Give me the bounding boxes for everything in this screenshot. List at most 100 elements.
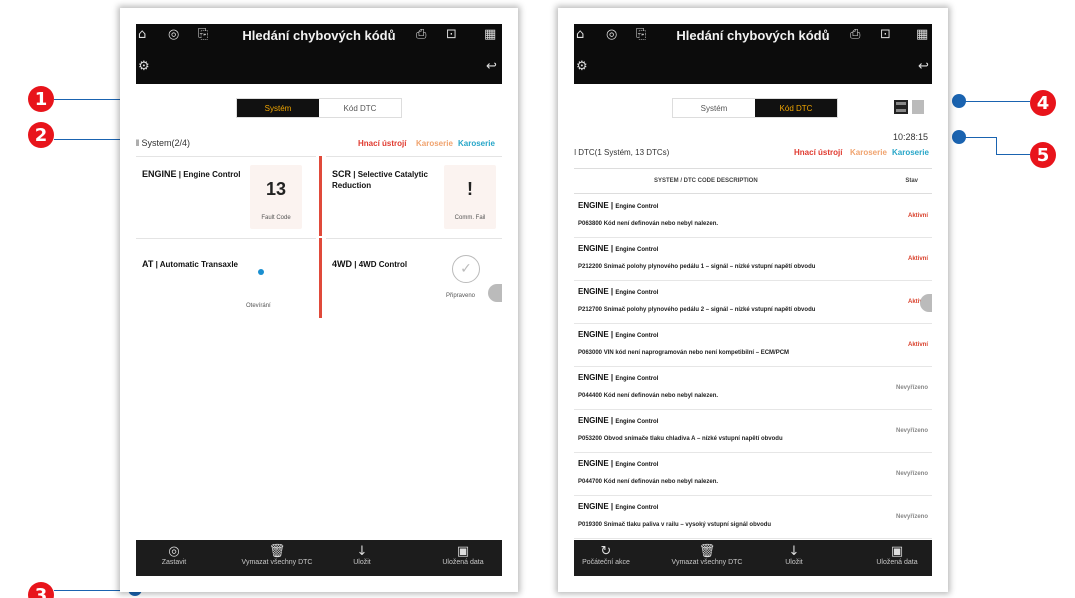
card-scr-status: Comm. Fail (454, 215, 486, 221)
folder-icon: ▣ (890, 544, 904, 559)
save-label: Uložit (353, 559, 371, 566)
left-filter-body-2[interactable]: Karoserie (458, 139, 495, 148)
tab-system[interactable]: Systém (237, 99, 319, 117)
dtc-row[interactable]: ENGINE | Engine Control P063000 VIN kód n… (574, 324, 932, 367)
saved-data-button[interactable]: ▣ Uložená data (430, 544, 496, 566)
card-engine-name: ENGINE | Engine Control (142, 169, 241, 179)
saved-data-button[interactable]: ▣ Uložená data (864, 544, 930, 566)
download-icon: ↓ (356, 544, 368, 559)
trash-icon: 🗑 (698, 544, 716, 559)
card-scr-name: SCR | Selective Catalytic Reduction (332, 169, 428, 190)
saved-data-label: Uložená data (876, 559, 918, 566)
dtc-row-description: P212200 Snímač polohy plynového pedálu 1… (578, 264, 816, 270)
dtc-row[interactable]: ENGINE | Engine Control P044700 Kód není … (574, 453, 932, 496)
left-screen: ⌂ ◎ ⎘ Hledání chybových kódů ⎙ ⊡ ▦ ⚙ ↩ S… (136, 24, 502, 576)
dtc-row[interactable]: ENGINE | Engine Control P212200 Snímač po… (574, 238, 932, 281)
print-icon[interactable]: ⎙ (416, 28, 426, 42)
callout-5: 5 (1030, 142, 1056, 168)
card-scr-warning: ! (467, 179, 473, 199)
screenshot-icon[interactable]: ⊡ (446, 28, 457, 42)
dtc-row-system-name: ENGINE (578, 244, 609, 253)
card-at-name: AT | Automatic Transaxle (142, 259, 238, 269)
clear-all-dtc-label: Vymazat všechny DTC (671, 559, 743, 566)
refresh-icon: ↻ (600, 544, 612, 559)
card-4wd-status: Připraveno (446, 293, 476, 299)
right-filter-powertrain[interactable]: Hnací ústrojí (794, 148, 842, 157)
save-button[interactable]: ↓ Uložit (342, 544, 382, 566)
system-card-engine[interactable]: ENGINE | Engine Control 13 Fault Code (136, 156, 316, 236)
dtc-row-system-name: ENGINE (578, 201, 609, 210)
system-card-4wd[interactable]: 4WD | 4WD Control ✓ Připraveno (326, 238, 502, 318)
folder-icon: ▣ (456, 544, 470, 559)
list-view-icon[interactable] (894, 100, 908, 114)
tab-dtc-code[interactable]: Kód DTC (319, 99, 401, 117)
left-filter-powertrain[interactable]: Hnací ústrojí (358, 139, 406, 148)
clear-all-dtc-button[interactable]: 🗑 Vymazat všechny DTC (652, 544, 762, 566)
left-filter-body-1[interactable]: Karoserie (416, 139, 453, 148)
dtc-row[interactable]: ENGINE | Engine Control P044400 Kód není … (574, 367, 932, 410)
card-4wd-system: 4WD (332, 259, 352, 269)
dtc-row-subsystem: Engine Control (615, 247, 659, 253)
dtc-row-system: ENGINE | Engine Control (578, 244, 659, 253)
clear-all-dtc-button[interactable]: 🗑 Vymazat všechny DTC (222, 544, 332, 566)
settings-car-icon[interactable]: ⚙ (576, 60, 588, 74)
dtc-row[interactable]: ENGINE | Engine Control P063800 Kód není … (574, 195, 932, 238)
print-icon[interactable]: ⎙ (850, 28, 860, 42)
left-tablet: ⌂ ◎ ⎘ Hledání chybových kódů ⎙ ⊡ ▦ ⚙ ↩ S… (120, 8, 518, 592)
right-bottom-toolbar: ↻ Počáteční akce 🗑 Vymazat všechny DTC ↓… (574, 540, 932, 576)
card-at-status: Otevírání (246, 303, 271, 309)
left-topbar: ⌂ ◎ ⎘ Hledání chybových kódů ⎙ ⊡ ▦ ⚙ ↩ (136, 24, 502, 84)
dtc-row-status: Nevyřízeno (895, 428, 928, 434)
dtc-row-status: Aktivní (907, 342, 928, 348)
ready-check-icon: ✓ (452, 255, 480, 283)
save-button[interactable]: ↓ Uložit (774, 544, 814, 566)
callout-5-line-b (996, 137, 997, 154)
callout-3: 3 (28, 582, 54, 598)
dtc-row-system-name: ENGINE (578, 459, 609, 468)
left-scroll-handle[interactable] (488, 284, 502, 302)
right-scroll-handle[interactable] (920, 294, 932, 312)
dtc-row-description: P044700 Kód není definován nebo nebyl na… (578, 479, 719, 485)
download-icon: ↓ (788, 544, 800, 559)
settings-car-icon[interactable]: ⚙ (138, 60, 150, 74)
stop-button[interactable]: ◎ Zastavit (154, 544, 194, 566)
initial-action-button[interactable]: ↻ Počáteční akce (574, 544, 638, 566)
menu-grid-icon[interactable]: ▦ (484, 28, 496, 42)
screenshot-icon[interactable]: ⊡ (880, 28, 891, 42)
right-tablet: ⌂ ◎ ⎘ Hledání chybových kódů ⎙ ⊡ ▦ ⚙ ↩ S… (558, 8, 948, 592)
card-at-system: AT (142, 259, 154, 269)
card-divider-2 (319, 238, 322, 318)
system-card-scr[interactable]: SCR | Selective Catalytic Reduction ! Co… (326, 156, 502, 236)
right-filter-body-1[interactable]: Karoserie (850, 148, 887, 157)
back-icon[interactable]: ↩ (918, 60, 929, 74)
stop-label: Zastavit (161, 559, 187, 566)
dtc-row-system-name: ENGINE (578, 287, 609, 296)
callout-5-line-a (960, 137, 996, 138)
loading-spinner-icon (258, 269, 264, 275)
dtc-row-subsystem: Engine Control (615, 505, 659, 511)
dtc-row-subsystem: Engine Control (615, 204, 659, 210)
left-view-tabs: Systém Kód DTC (236, 98, 402, 118)
back-icon[interactable]: ↩ (486, 60, 497, 74)
saved-data-label: Uložená data (442, 559, 484, 566)
tab-dtc-code[interactable]: Kód DTC (755, 99, 837, 117)
right-filter-body-2[interactable]: Karoserie (892, 148, 929, 157)
compact-view-icon[interactable] (912, 100, 924, 114)
stop-icon: ◎ (168, 544, 180, 559)
clear-all-dtc-label: Vymazat všechny DTC (241, 559, 313, 566)
right-page-title: Hledání chybových kódů (676, 28, 830, 43)
dtc-row-description: P053200 Obvod snímače tlaku chladiva A –… (578, 436, 783, 442)
dtc-row-system-name: ENGINE (578, 373, 609, 382)
card-4wd-name: 4WD | 4WD Control (332, 259, 408, 269)
dtc-row[interactable]: ENGINE | Engine Control P053200 Obvod sní… (574, 410, 932, 453)
dtc-row-status: Nevyřízeno (895, 385, 928, 391)
system-card-at[interactable]: AT | Automatic Transaxle Otevírání (136, 238, 316, 318)
menu-grid-icon[interactable]: ▦ (916, 28, 928, 42)
dtc-row-system-name: ENGINE (578, 416, 609, 425)
dtc-row[interactable]: ENGINE | Engine Control P212700 Snímač po… (574, 281, 932, 324)
right-topbar: ⌂ ◎ ⎘ Hledání chybových kódů ⎙ ⊡ ▦ ⚙ ↩ (574, 24, 932, 84)
tab-system[interactable]: Systém (673, 99, 755, 117)
dtc-row[interactable]: ENGINE | Engine Control P019300 Snímač tl… (574, 496, 932, 539)
card-engine-system: ENGINE (142, 169, 177, 179)
dtc-time: 10:28:15 (892, 132, 928, 142)
